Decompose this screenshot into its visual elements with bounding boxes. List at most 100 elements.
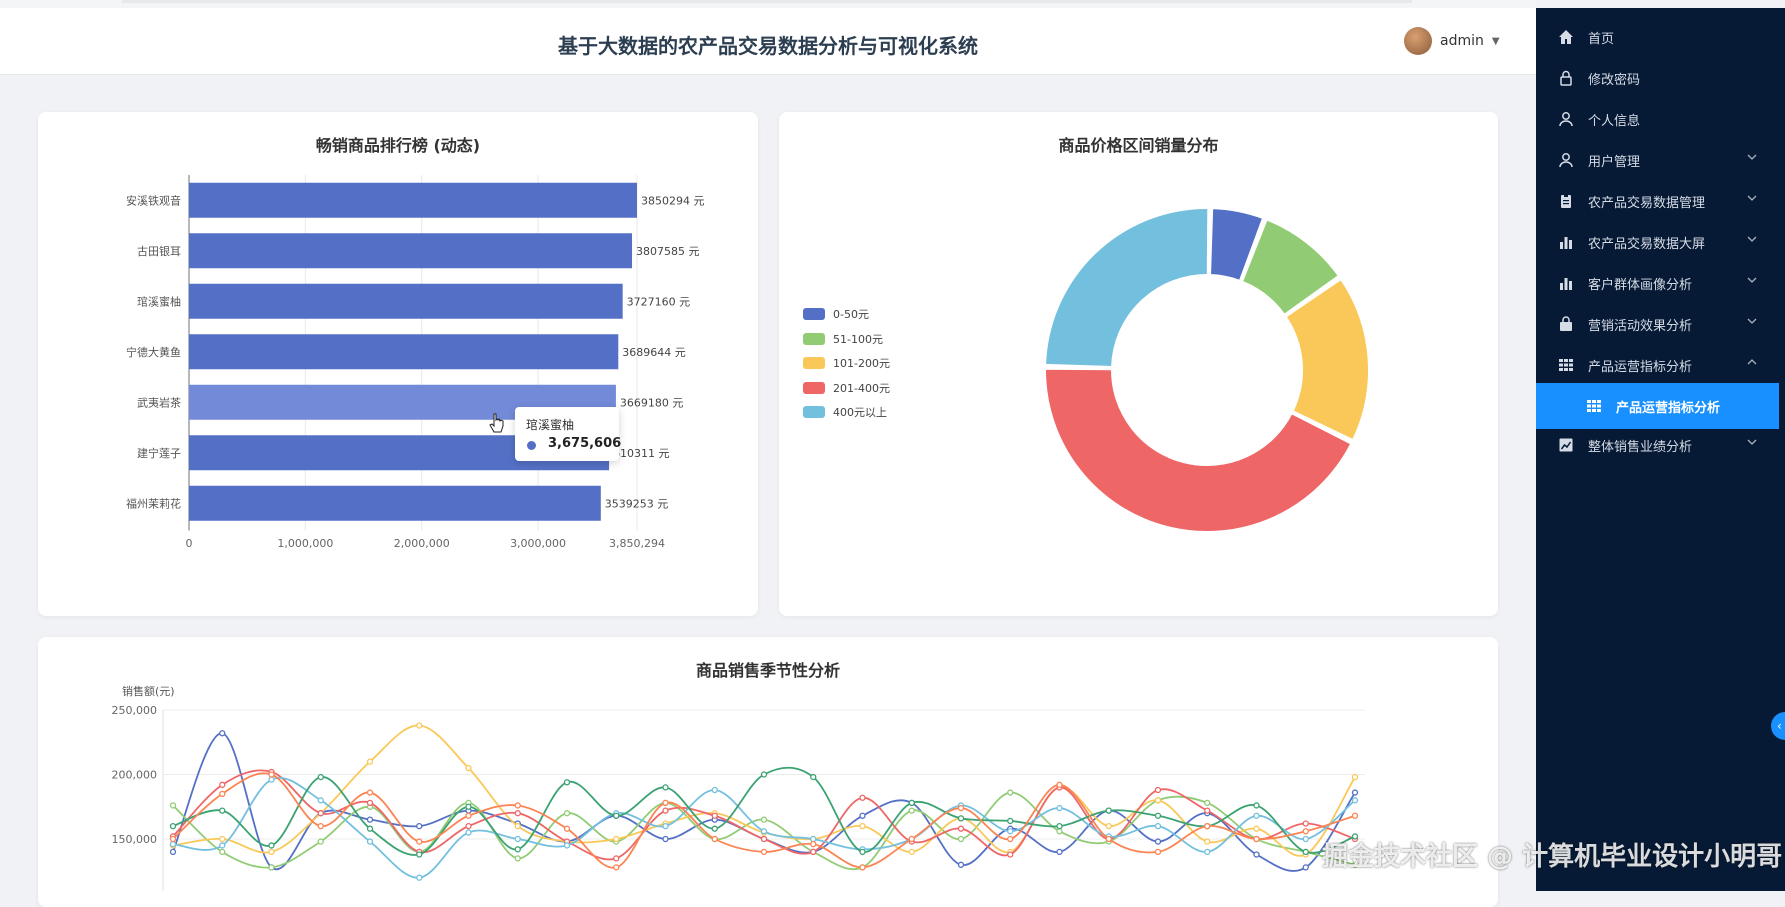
line-point — [416, 722, 423, 729]
line-point — [1302, 864, 1309, 871]
bar-category-label: 古田银耳 — [137, 244, 181, 258]
line-point — [1204, 807, 1211, 814]
line-point — [465, 764, 472, 772]
caret-down-icon[interactable]: ▼ — [1492, 36, 1500, 47]
line-point — [563, 810, 571, 817]
line-point — [1351, 773, 1359, 781]
line-point — [219, 730, 226, 737]
legend-item[interactable]: 51-100元 — [803, 331, 883, 347]
legend-item[interactable]: 201-400元 — [803, 380, 890, 396]
sidebar-item-2[interactable]: 个人信息 — [1536, 96, 1779, 142]
bar-x-tick-label: 2,000,000 — [394, 537, 450, 550]
clipboard-icon — [1558, 193, 1574, 209]
bar-mark — [189, 182, 637, 218]
sidebar-item-label: 首页 — [1588, 31, 1615, 47]
line-point — [317, 797, 324, 804]
line-point — [563, 842, 571, 849]
line-point — [1056, 804, 1063, 812]
line-point — [1056, 781, 1063, 788]
sidebar-item-label: 营销活动效果分析 — [1588, 318, 1693, 334]
line-point — [810, 773, 817, 781]
line-point — [1007, 851, 1014, 858]
bar-category-label: 建宁莲子 — [137, 446, 181, 460]
line-point — [317, 810, 324, 817]
line-point — [1253, 802, 1260, 809]
line-point — [957, 861, 965, 868]
legend-swatch — [803, 332, 825, 345]
line-point — [1007, 789, 1014, 796]
line-point — [810, 835, 817, 843]
chevron-down-icon — [1747, 192, 1757, 205]
sidebar-item-label: 个人信息 — [1588, 113, 1641, 129]
line-point — [1204, 822, 1211, 830]
line-point — [465, 803, 472, 810]
legend-label: 101-200元 — [833, 357, 890, 370]
sidebar-item-4[interactable]: 农产品交易数据管理 — [1536, 178, 1779, 224]
line-point — [366, 825, 374, 832]
legend-item[interactable]: 0-50元 — [803, 306, 869, 322]
line-point — [219, 781, 226, 788]
legend-item[interactable]: 101-200元 — [803, 355, 890, 371]
sidebar-item-7[interactable]: 营销活动效果分析 — [1536, 301, 1779, 347]
line-point — [760, 848, 768, 856]
user-name[interactable]: admin — [1440, 33, 1484, 49]
sidebar-item-label: 用户管理 — [1588, 154, 1641, 170]
sidebar-item-label: 产品运营指标分析 — [1616, 400, 1721, 416]
line-point — [1302, 820, 1309, 827]
line-point — [317, 838, 324, 845]
donut-chart[interactable] — [1007, 172, 1407, 572]
line-point — [760, 816, 768, 823]
tooltip-value: 3,675,606 — [548, 436, 622, 451]
line-point — [1154, 848, 1162, 856]
sidebar-item-3[interactable]: 用户管理 — [1536, 137, 1779, 183]
line-point — [613, 812, 620, 819]
line-point — [219, 807, 226, 814]
line-point — [317, 822, 324, 830]
grid-icon — [1586, 398, 1602, 414]
chevron-down-icon — [1747, 151, 1757, 164]
line-point — [169, 822, 177, 830]
line-point — [219, 848, 226, 856]
legend-label: 400元以上 — [833, 406, 887, 419]
line-point — [859, 812, 866, 819]
sidebar-item-10[interactable]: 整体销售业绩分析 — [1536, 422, 1779, 468]
line-point — [317, 773, 324, 781]
line-point — [514, 810, 521, 817]
line-point — [810, 841, 817, 848]
legend-item[interactable]: 400元以上 — [803, 404, 887, 420]
line-point — [908, 848, 915, 856]
avatar[interactable] — [1404, 27, 1432, 55]
chevron-down-icon — [1747, 233, 1757, 246]
line-point — [219, 842, 226, 849]
chevron-up-icon — [1747, 356, 1757, 369]
sidebar-item-8[interactable]: 产品运营指标分析 — [1536, 342, 1779, 388]
line-point — [1253, 812, 1260, 819]
sidebar-item-6[interactable]: 客户群体画像分析 — [1536, 260, 1779, 306]
line-point — [268, 771, 275, 778]
sidebar-item-label: 农产品交易数据管理 — [1588, 195, 1706, 211]
line-point — [1056, 828, 1063, 835]
grid-icon — [1558, 357, 1574, 373]
line-point — [465, 812, 472, 819]
sidebar: 首页修改密码个人信息用户管理农产品交易数据管理农产品交易数据大屏 客户群体画像分析… — [1536, 8, 1785, 891]
bar-mark — [189, 233, 633, 269]
bar-chart[interactable]: 0 1,000,000 2,000,000 3,000,000 3,850,294 安溪铁… — [0, 0, 760, 620]
chevron-down-icon — [1747, 315, 1757, 328]
line-point — [1007, 817, 1014, 825]
line-point — [760, 828, 768, 835]
line-point — [416, 838, 423, 845]
line-chart[interactable]: 250,000 200,000 150,000 — [80, 691, 1480, 891]
line-point — [662, 799, 669, 807]
sidebar-item-5[interactable]: 农产品交易数据大屏 — [1536, 219, 1779, 265]
user-menu[interactable]: admin ▼ — [1404, 27, 1500, 55]
line-point — [859, 794, 866, 801]
sidebar-item-0[interactable]: 首页 — [1536, 14, 1779, 60]
bar-value-label: 3669180 元 — [620, 396, 684, 409]
user-icon — [1558, 152, 1574, 168]
home-icon — [1558, 29, 1574, 45]
line-point — [1154, 797, 1162, 804]
line-point — [859, 822, 866, 830]
sidebar-item-1[interactable]: 修改密码 — [1536, 55, 1779, 101]
bar-tooltip: 琯溪蜜柚 3,675,606 — [515, 407, 622, 461]
line-y-tick-label: 200,000 — [112, 769, 158, 782]
